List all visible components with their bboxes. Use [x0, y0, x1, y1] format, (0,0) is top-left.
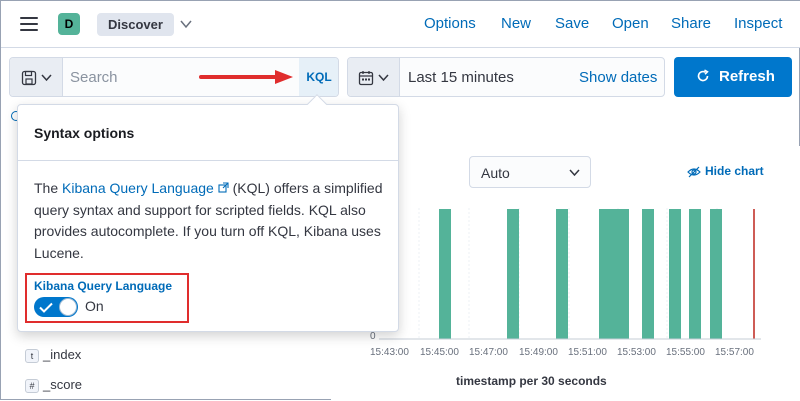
popover-description: The Kibana Query Language (KQL) offers a… [34, 178, 386, 264]
top-header: D Discover Options New Save Open Share I… [1, 1, 800, 48]
field-name: _index [43, 347, 82, 362]
x-tick-label: 15:49:00 [519, 347, 558, 358]
x-tick-label: 15:51:00 [568, 347, 607, 358]
kql-language-button[interactable]: KQL [299, 58, 338, 96]
menu-icon[interactable] [20, 17, 38, 31]
chevron-down-icon [41, 74, 52, 82]
eye-closed-icon [687, 166, 701, 178]
divider [18, 160, 398, 161]
inspect-link[interactable]: Inspect [734, 15, 782, 32]
histogram-bar[interactable] [617, 209, 629, 339]
open-link[interactable]: Open [612, 15, 649, 32]
breadcrumb-discover[interactable]: Discover [97, 13, 174, 36]
interval-value: Auto [481, 165, 510, 181]
interval-select[interactable]: Auto [469, 156, 591, 188]
x-tick-label: 15:43:00 [370, 347, 409, 358]
number-type-icon: # [25, 379, 39, 393]
description-text: The [34, 180, 63, 196]
save-disk-icon [21, 70, 37, 86]
calendar-icon [358, 71, 374, 86]
refresh-icon [697, 69, 709, 82]
x-tick-label: 15:47:00 [469, 347, 508, 358]
space-avatar[interactable]: D [58, 13, 80, 35]
histogram-bar[interactable] [710, 209, 722, 339]
external-link-icon [218, 182, 229, 193]
histogram-bar[interactable] [507, 209, 519, 339]
show-dates-link[interactable]: Show dates [579, 69, 657, 86]
date-picker: Last 15 minutes Show dates [347, 57, 665, 97]
chevron-down-icon [378, 74, 389, 82]
save-link[interactable]: Save [555, 15, 589, 32]
popover-title: Syntax options [34, 125, 135, 141]
string-type-icon: t [25, 349, 39, 363]
saved-query-button[interactable] [10, 58, 63, 96]
x-tick-label: 15:57:00 [715, 347, 754, 358]
kql-switch-label: Kibana Query Language [34, 279, 173, 293]
share-link[interactable]: Share [671, 15, 711, 32]
x-axis-title: timestamp per 30 seconds [456, 374, 607, 388]
x-tick-label: 15:53:00 [617, 347, 656, 358]
switch-knob [59, 298, 77, 316]
annotation-arrow [199, 70, 293, 84]
kql-toggle-switch[interactable] [34, 297, 78, 317]
chevron-down-icon [569, 169, 580, 177]
hide-chart-label: Hide chart [705, 164, 764, 178]
histogram-bar[interactable] [556, 209, 568, 339]
switch-state-text: On [85, 298, 104, 314]
field-item-index[interactable]: t _index [25, 347, 81, 363]
x-tick-label: 15:55:00 [666, 347, 705, 358]
histogram-bar[interactable] [669, 209, 681, 339]
new-link[interactable]: New [501, 15, 531, 32]
hide-chart-button[interactable]: Hide chart [687, 164, 764, 178]
x-tick-label: 15:45:00 [420, 347, 459, 358]
time-range-text[interactable]: Last 15 minutes [408, 69, 514, 86]
y-axis-zero-label: 0 [370, 331, 376, 342]
histogram-bar[interactable] [642, 209, 654, 339]
options-link[interactable]: Options [424, 15, 476, 32]
chevron-down-icon[interactable] [179, 17, 193, 31]
histogram-bar[interactable] [689, 209, 701, 339]
field-item-score[interactable]: # _score [25, 377, 82, 393]
quick-select-button[interactable] [348, 58, 400, 96]
kql-docs-link[interactable]: Kibana Query Language [62, 180, 229, 196]
kql-docs-link-label: Kibana Query Language [62, 180, 214, 196]
refresh-button[interactable]: Refresh [674, 57, 792, 97]
refresh-label: Refresh [719, 68, 775, 85]
checkmark-icon [39, 302, 53, 313]
histogram-bar[interactable] [439, 209, 451, 339]
field-name: _score [43, 377, 83, 392]
search-input[interactable]: Search [70, 69, 118, 86]
